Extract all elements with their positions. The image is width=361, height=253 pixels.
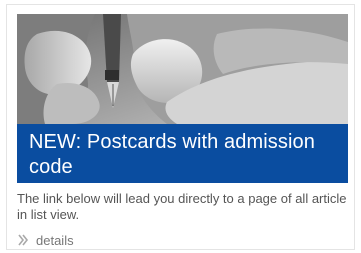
teaser-title-box[interactable]: NEW: Postcards with admission code	[17, 124, 348, 183]
teaser-card: NEW: Postcards with admission code The l…	[6, 4, 355, 250]
details-link[interactable]: details	[17, 232, 74, 248]
double-chevron-right-icon	[17, 233, 29, 247]
details-link-label[interactable]: details	[36, 233, 74, 248]
teaser-description: The link below will lead you directly to…	[17, 191, 347, 222]
teaser-link[interactable]: NEW: Postcards with admission code	[17, 14, 348, 183]
teaser-image	[17, 14, 348, 124]
teaser-title[interactable]: NEW: Postcards with admission code	[29, 131, 315, 178]
